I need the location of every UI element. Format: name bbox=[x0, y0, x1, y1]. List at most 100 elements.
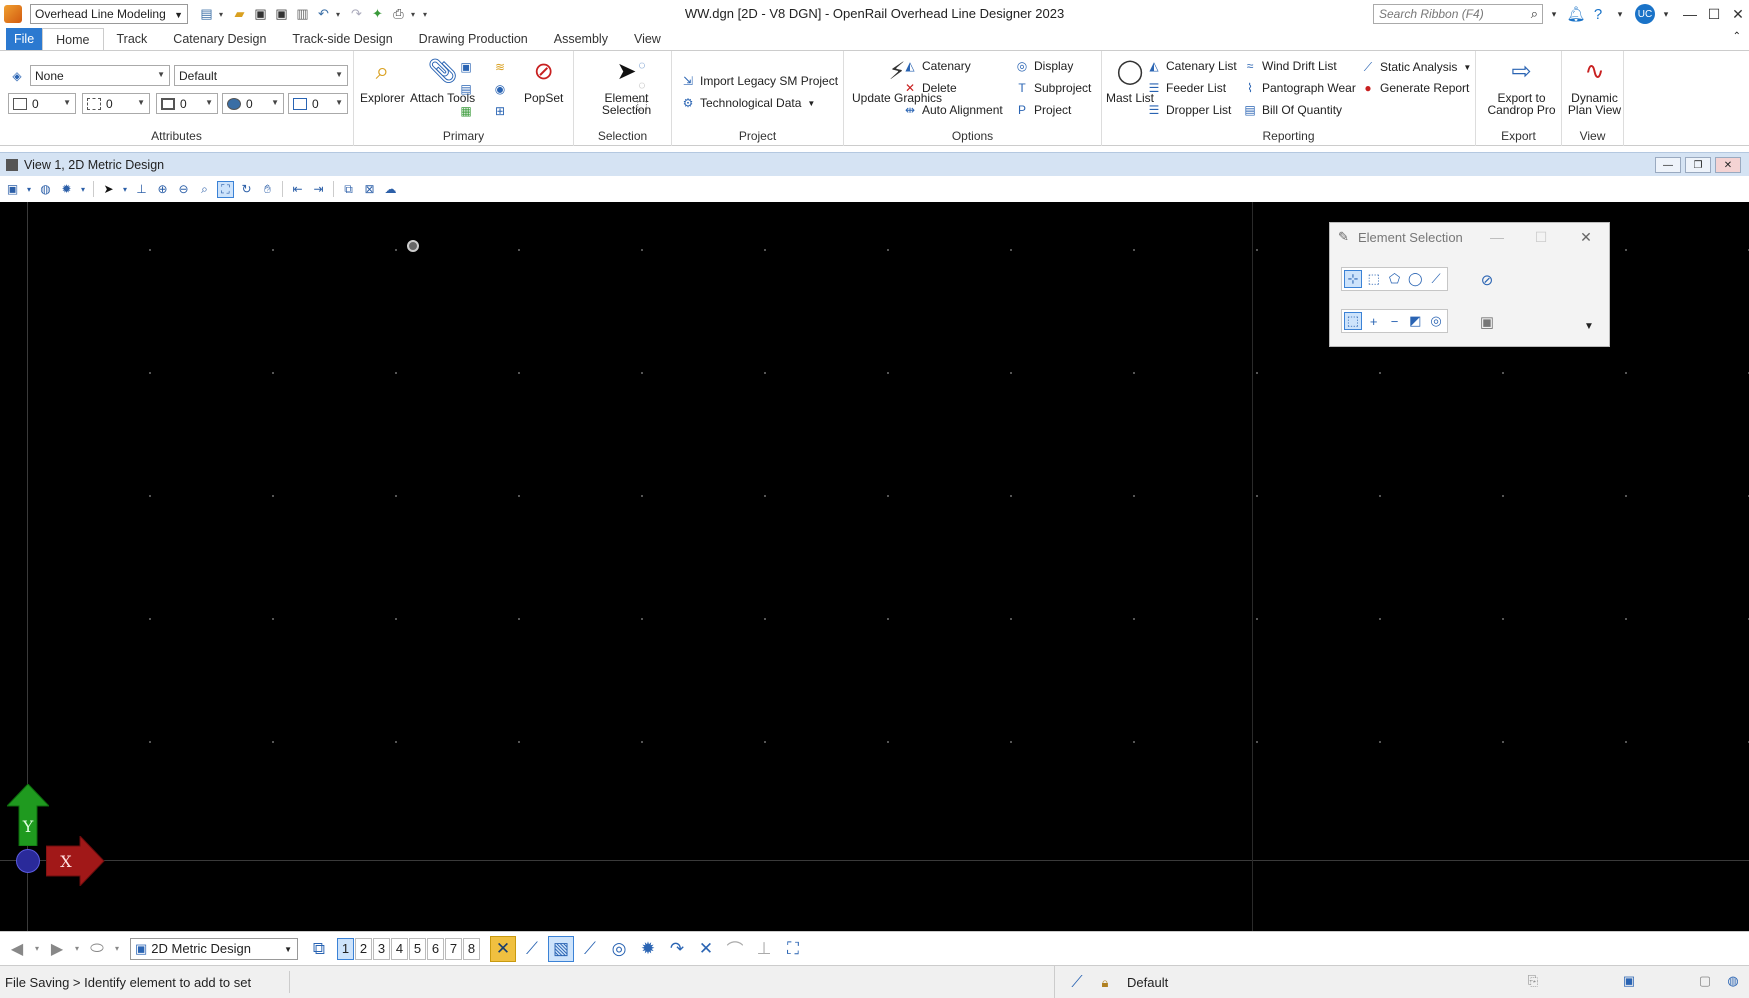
rotate-view-icon[interactable]: ↻ bbox=[238, 181, 255, 198]
message-center-icon[interactable]: ▢ bbox=[1695, 971, 1715, 991]
view-next-icon[interactable]: ⇥ bbox=[310, 181, 327, 198]
customize-qat-icon[interactable]: ▾ bbox=[423, 10, 431, 19]
view-minimize-icon[interactable]: — bbox=[1655, 157, 1681, 173]
tab-track[interactable]: Track bbox=[104, 28, 161, 50]
view-number-button[interactable]: 8 bbox=[463, 937, 480, 960]
pantograph-wear-button[interactable]: ⌇ Pantograph Wear bbox=[1242, 79, 1356, 97]
subtract-mode-icon[interactable]: − bbox=[1386, 312, 1404, 330]
notification-bell-icon[interactable]: 🔔︎ bbox=[1565, 3, 1587, 25]
color-combo[interactable]: 0 ▼ bbox=[8, 93, 76, 114]
bisector-snap-icon[interactable]: ↷ bbox=[664, 936, 690, 962]
forward-icon[interactable]: ▶ bbox=[46, 938, 68, 960]
block-select-icon[interactable]: ⬚ bbox=[1365, 270, 1383, 288]
line-style-combo[interactable]: 0 ▼ bbox=[82, 93, 150, 114]
invert-mode-icon[interactable]: ◩ bbox=[1406, 312, 1424, 330]
chevron-down-icon[interactable]: ▾ bbox=[32, 938, 42, 960]
view-number-button[interactable]: 1 bbox=[337, 937, 354, 960]
zoom-out-icon[interactable]: ⊖ bbox=[175, 181, 192, 198]
save-all-icon[interactable]: ▣ bbox=[273, 6, 290, 23]
auto-alignment-button[interactable]: ⇹ Auto Alignment bbox=[902, 101, 1003, 119]
select-cursor-icon[interactable]: ▣ bbox=[1476, 311, 1498, 333]
update-view-icon[interactable]: ➤ bbox=[100, 181, 117, 198]
shape-select-icon[interactable]: ⬠ bbox=[1386, 270, 1404, 288]
view-number-button[interactable]: 5 bbox=[409, 937, 426, 960]
chevron-down-icon[interactable]: ▾ bbox=[1543, 3, 1565, 25]
open-folder-icon[interactable]: ▰ bbox=[231, 6, 248, 23]
view-display-style-icon[interactable]: ◍ bbox=[37, 181, 54, 198]
explorer-button[interactable]: ⌕ Explorer bbox=[360, 55, 405, 105]
technological-data-button[interactable]: ⚙ Technological Data ▼ bbox=[680, 94, 816, 112]
layers-icon[interactable]: ≋ bbox=[492, 59, 508, 75]
view-number-button[interactable]: 3 bbox=[373, 937, 390, 960]
chevron-down-icon[interactable]: ▾ bbox=[336, 10, 344, 19]
nearest-snap-icon[interactable]: ▧ bbox=[548, 935, 574, 962]
avatar[interactable]: UC bbox=[1635, 4, 1655, 24]
export-candrop-button[interactable]: ⇨ Export to Candrop Pro bbox=[1482, 55, 1561, 117]
help-icon[interactable]: ? bbox=[1587, 3, 1609, 25]
select-all-icon[interactable]: ◌ bbox=[634, 57, 650, 73]
models-icon[interactable]: ▤ bbox=[458, 81, 474, 97]
minimize-window-icon[interactable]: — bbox=[1679, 3, 1701, 25]
print-icon[interactable]: ⎙ bbox=[390, 6, 407, 23]
view-groups-icon[interactable]: ⧉ bbox=[306, 936, 332, 962]
app-logo-icon[interactable] bbox=[4, 5, 22, 23]
fence-icon[interactable]: ⬚ bbox=[634, 97, 650, 113]
sheet-layout-icon[interactable]: ⊠ bbox=[361, 181, 378, 198]
catenary-button[interactable]: ◭ Catenary bbox=[902, 57, 970, 75]
tangent-snap-icon[interactable]: ⌒ bbox=[722, 936, 748, 962]
workspace-icon[interactable]: ▤ bbox=[198, 6, 215, 23]
clear-selection-icon[interactable]: ⊘ bbox=[1476, 269, 1498, 291]
delete-button[interactable]: ✕ Delete bbox=[902, 79, 957, 97]
copy-view-icon[interactable]: ⧉ bbox=[340, 181, 357, 198]
circle-select-icon[interactable]: ◯ bbox=[1406, 270, 1424, 288]
dialog-close-icon[interactable]: ✕ bbox=[1576, 227, 1596, 247]
lock-icon[interactable]: 🔒︎ bbox=[1091, 970, 1119, 996]
wind-drift-list-button[interactable]: ≈ Wind Drift List bbox=[1242, 57, 1337, 75]
tab-view[interactable]: View bbox=[621, 28, 674, 50]
add-mode-icon[interactable]: + bbox=[1365, 312, 1383, 330]
project-options-button[interactable]: P Project bbox=[1014, 101, 1071, 119]
level-combo[interactable]: None ▼ bbox=[30, 65, 170, 86]
pin-icon[interactable]: ✦ bbox=[369, 6, 386, 23]
view-restore-icon[interactable]: ❐ bbox=[1685, 157, 1711, 173]
view-window-icon[interactable] bbox=[6, 158, 18, 171]
individual-select-icon[interactable]: ⊹ bbox=[1344, 270, 1362, 288]
raster-icon[interactable]: ▦ bbox=[458, 103, 474, 119]
lighting-icon[interactable]: ✹ bbox=[58, 181, 75, 198]
dialog-maximize-icon[interactable]: ☐ bbox=[1531, 227, 1551, 247]
zoom-in-icon[interactable]: ⊕ bbox=[154, 181, 171, 198]
tab-home[interactable]: Home bbox=[42, 28, 104, 50]
connection-status-icon[interactable]: ▣ bbox=[1619, 971, 1639, 991]
dialog-minimize-icon[interactable]: — bbox=[1487, 227, 1507, 247]
expand-dialog-icon[interactable]: ▼ bbox=[1584, 321, 1594, 332]
search-icon[interactable]: ⌕ bbox=[1531, 6, 1538, 22]
chevron-down-icon[interactable]: ▾ bbox=[112, 938, 122, 960]
tab-file[interactable]: File bbox=[6, 28, 43, 50]
alignment-status-icon[interactable]: ⟋ bbox=[1063, 970, 1091, 996]
compress-icon[interactable]: ▥ bbox=[294, 6, 311, 23]
line-select-icon[interactable]: ⟋ bbox=[1427, 270, 1445, 288]
display-button[interactable]: ◎ Display bbox=[1014, 57, 1074, 75]
origin-snap-icon[interactable]: ✹ bbox=[635, 936, 661, 962]
collapse-ribbon-icon[interactable]: ⌃ bbox=[1733, 31, 1741, 42]
pan-view-icon[interactable]: ✋︎ bbox=[259, 181, 276, 198]
priority-combo[interactable]: 0 ▼ bbox=[288, 93, 348, 114]
workflow-select[interactable]: Overhead Line Modeling ▼ bbox=[30, 4, 188, 24]
fit-view-icon[interactable]: ⛶ bbox=[217, 180, 234, 198]
back-icon[interactable]: ◀ bbox=[6, 938, 28, 960]
view-number-button[interactable]: 2 bbox=[355, 937, 372, 960]
perpendicular-snap-icon[interactable]: ⊥ bbox=[751, 936, 777, 962]
maximize-window-icon[interactable]: ☐ bbox=[1703, 3, 1725, 25]
midpoint-snap-icon[interactable]: ⟋ bbox=[577, 936, 603, 962]
catenary-list-button[interactable]: ◭ Catenary List bbox=[1146, 57, 1236, 75]
popset-button[interactable]: ⊘ PopSet bbox=[524, 55, 563, 105]
references-icon[interactable]: ▣ bbox=[458, 59, 474, 75]
bill-of-quantity-button[interactable]: ▤ Bill Of Quantity bbox=[1242, 101, 1342, 119]
network-icon[interactable]: ◍ bbox=[1723, 971, 1743, 991]
view-cube-icon[interactable]: ⬭ bbox=[86, 938, 108, 960]
accusnap-icon[interactable]: ✕ bbox=[490, 935, 516, 962]
level-manager-icon[interactable]: ◈ bbox=[9, 68, 25, 84]
center-snap-icon[interactable]: ◎ bbox=[606, 936, 632, 962]
clip-icon[interactable]: ⊥ bbox=[133, 181, 150, 198]
tab-assembly[interactable]: Assembly bbox=[541, 28, 621, 50]
